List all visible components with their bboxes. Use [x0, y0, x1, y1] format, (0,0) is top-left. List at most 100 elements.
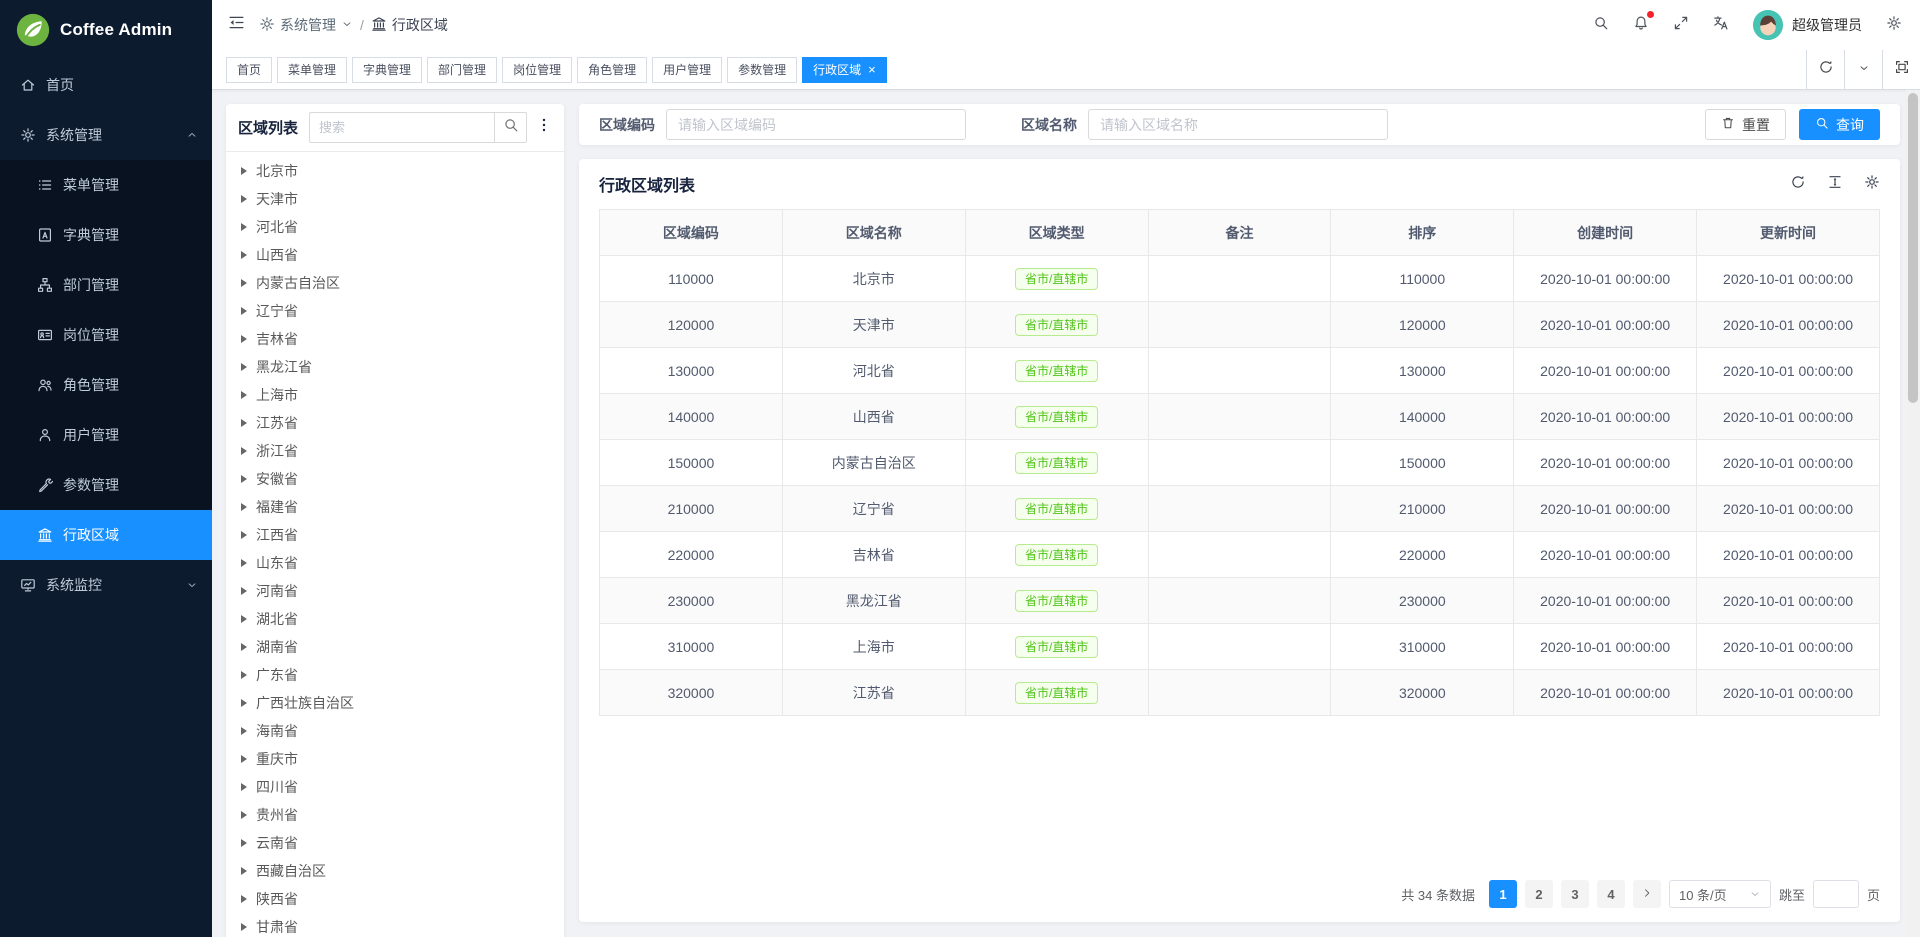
row-height-icon[interactable]: [1827, 174, 1843, 195]
tree-item-广东省[interactable]: 广东省: [226, 661, 564, 689]
search-icon[interactable]: [1593, 15, 1609, 36]
tree-item-湖北省[interactable]: 湖北省: [226, 605, 564, 633]
tree-item-浙江省[interactable]: 浙江省: [226, 437, 564, 465]
sidebar-item-首页[interactable]: 首页: [0, 60, 212, 110]
tree-item-陕西省[interactable]: 陕西省: [226, 885, 564, 913]
page-button-2[interactable]: 2: [1525, 880, 1553, 908]
tree-item-贵州省[interactable]: 贵州省: [226, 801, 564, 829]
tree-item-安徽省[interactable]: 安徽省: [226, 465, 564, 493]
tree-item-西藏自治区[interactable]: 西藏自治区: [226, 857, 564, 885]
tree-item-天津市[interactable]: 天津市: [226, 185, 564, 213]
tab-首页[interactable]: 首页: [226, 57, 272, 83]
tree-item-内蒙古自治区[interactable]: 内蒙古自治区: [226, 269, 564, 297]
jump-page-input[interactable]: [1813, 880, 1859, 908]
tab-参数管理[interactable]: 参数管理: [727, 57, 797, 83]
page-size-select[interactable]: 10 条/页: [1669, 880, 1771, 908]
table-card-title: 行政区域列表: [599, 172, 695, 196]
tree-item-上海市[interactable]: 上海市: [226, 381, 564, 409]
tree-item-label: 天津市: [256, 189, 298, 209]
query-button[interactable]: 查询: [1799, 109, 1880, 140]
tree-item-江西省[interactable]: 江西省: [226, 521, 564, 549]
page-button-3[interactable]: 3: [1561, 880, 1589, 908]
table-row[interactable]: 140000山西省省市/直辖市1400002020-10-01 00:00:00…: [600, 394, 1880, 440]
close-icon[interactable]: ×: [868, 63, 876, 76]
tab-角色管理[interactable]: 角色管理: [577, 57, 647, 83]
tree-item-福建省[interactable]: 福建省: [226, 493, 564, 521]
tree-item-辽宁省[interactable]: 辽宁省: [226, 297, 564, 325]
tree-item-河南省[interactable]: 河南省: [226, 577, 564, 605]
table-row[interactable]: 210000辽宁省省市/直辖市2100002020-10-01 00:00:00…: [600, 486, 1880, 532]
sidebar-item-角色管理[interactable]: 角色管理: [0, 360, 212, 410]
next-page-button[interactable]: [1633, 880, 1661, 908]
tab-部门管理[interactable]: 部门管理: [427, 57, 497, 83]
caret-right-icon: [241, 363, 247, 371]
tab-菜单管理[interactable]: 菜单管理: [277, 57, 347, 83]
tab-字典管理[interactable]: 字典管理: [352, 57, 422, 83]
content-fullscreen-icon[interactable]: [1882, 50, 1920, 89]
tree-item-甘肃省[interactable]: 甘肃省: [226, 913, 564, 937]
tab-用户管理[interactable]: 用户管理: [652, 57, 722, 83]
column-header: 备注: [1148, 210, 1331, 256]
translate-icon[interactable]: [1713, 15, 1729, 36]
tree-item-湖南省[interactable]: 湖南省: [226, 633, 564, 661]
table-row[interactable]: 220000吉林省省市/直辖市2200002020-10-01 00:00:00…: [600, 532, 1880, 578]
tree-item-北京市[interactable]: 北京市: [226, 157, 564, 185]
brand[interactable]: Coffee Admin: [0, 0, 212, 60]
table-row[interactable]: 120000天津市省市/直辖市1200002020-10-01 00:00:00…: [600, 302, 1880, 348]
sidebar-collapse-icon[interactable]: [228, 14, 245, 36]
breadcrumb-parent[interactable]: 系统管理: [259, 15, 353, 35]
more-options-dots-icon[interactable]: [536, 117, 552, 138]
tree-item-江苏省[interactable]: 江苏省: [226, 409, 564, 437]
table-row[interactable]: 110000北京市省市/直辖市1100002020-10-01 00:00:00…: [600, 256, 1880, 302]
tree-item-河北省[interactable]: 河北省: [226, 213, 564, 241]
refresh-icon[interactable]: [1790, 174, 1806, 195]
tabs-menu-chevron-icon[interactable]: [1844, 50, 1882, 89]
page-button-4[interactable]: 4: [1597, 880, 1625, 908]
tree-item-重庆市[interactable]: 重庆市: [226, 745, 564, 773]
tree-item-label: 黑龙江省: [256, 357, 312, 377]
refresh-tab-icon[interactable]: [1806, 50, 1844, 89]
caret-right-icon: [241, 279, 247, 287]
tree-item-广西壮族自治区[interactable]: 广西壮族自治区: [226, 689, 564, 717]
region-code-input[interactable]: [666, 109, 966, 140]
sidebar-item-菜单管理[interactable]: 菜单管理: [0, 160, 212, 210]
tree-item-四川省[interactable]: 四川省: [226, 773, 564, 801]
tree-item-吉林省[interactable]: 吉林省: [226, 325, 564, 353]
column-settings-gear-icon[interactable]: [1864, 174, 1880, 195]
page-button-1[interactable]: 1: [1489, 880, 1517, 908]
sidebar-item-系统监控[interactable]: 系统监控: [0, 560, 212, 610]
sidebar-item-系统管理[interactable]: 系统管理: [0, 110, 212, 160]
sidebar-item-用户管理[interactable]: 用户管理: [0, 410, 212, 460]
table-row[interactable]: 310000上海市省市/直辖市3100002020-10-01 00:00:00…: [600, 624, 1880, 670]
table-row[interactable]: 130000河北省省市/直辖市1300002020-10-01 00:00:00…: [600, 348, 1880, 394]
tab-岗位管理[interactable]: 岗位管理: [502, 57, 572, 83]
tree-item-山东省[interactable]: 山东省: [226, 549, 564, 577]
scrollbar-thumb[interactable]: [1908, 93, 1918, 403]
reset-button[interactable]: 重置: [1705, 109, 1786, 140]
tree-item-黑龙江省[interactable]: 黑龙江省: [226, 353, 564, 381]
fullscreen-icon[interactable]: [1673, 15, 1689, 36]
sidebar-item-参数管理[interactable]: 参数管理: [0, 460, 212, 510]
sidebar-item-岗位管理[interactable]: 岗位管理: [0, 310, 212, 360]
chevron-down-icon: [186, 579, 198, 591]
table-cell: 省市/直辖市: [965, 440, 1148, 486]
tree-item-label: 北京市: [256, 161, 298, 181]
table-row[interactable]: 320000江苏省省市/直辖市3200002020-10-01 00:00:00…: [600, 670, 1880, 716]
caret-right-icon: [241, 839, 247, 847]
tab-行政区域[interactable]: 行政区域×: [802, 57, 887, 83]
sidebar-item-行政区域[interactable]: 行政区域: [0, 510, 212, 560]
settings-gear-icon[interactable]: [1886, 15, 1902, 36]
table-row[interactable]: 230000黑龙江省省市/直辖市2300002020-10-01 00:00:0…: [600, 578, 1880, 624]
tree-item-云南省[interactable]: 云南省: [226, 829, 564, 857]
table-row[interactable]: 150000内蒙古自治区省市/直辖市1500002020-10-01 00:00…: [600, 440, 1880, 486]
tree-item-山西省[interactable]: 山西省: [226, 241, 564, 269]
notification-bell-icon[interactable]: [1633, 15, 1649, 36]
sidebar-item-部门管理[interactable]: 部门管理: [0, 260, 212, 310]
sidebar-item-字典管理[interactable]: 字典管理: [0, 210, 212, 260]
user-menu[interactable]: 超级管理员: [1753, 10, 1862, 40]
region-tree-search-input[interactable]: [309, 112, 494, 143]
region-tree-search-button[interactable]: [494, 112, 527, 143]
page-scrollbar[interactable]: [1906, 90, 1920, 937]
tree-item-海南省[interactable]: 海南省: [226, 717, 564, 745]
region-name-input[interactable]: [1088, 109, 1388, 140]
